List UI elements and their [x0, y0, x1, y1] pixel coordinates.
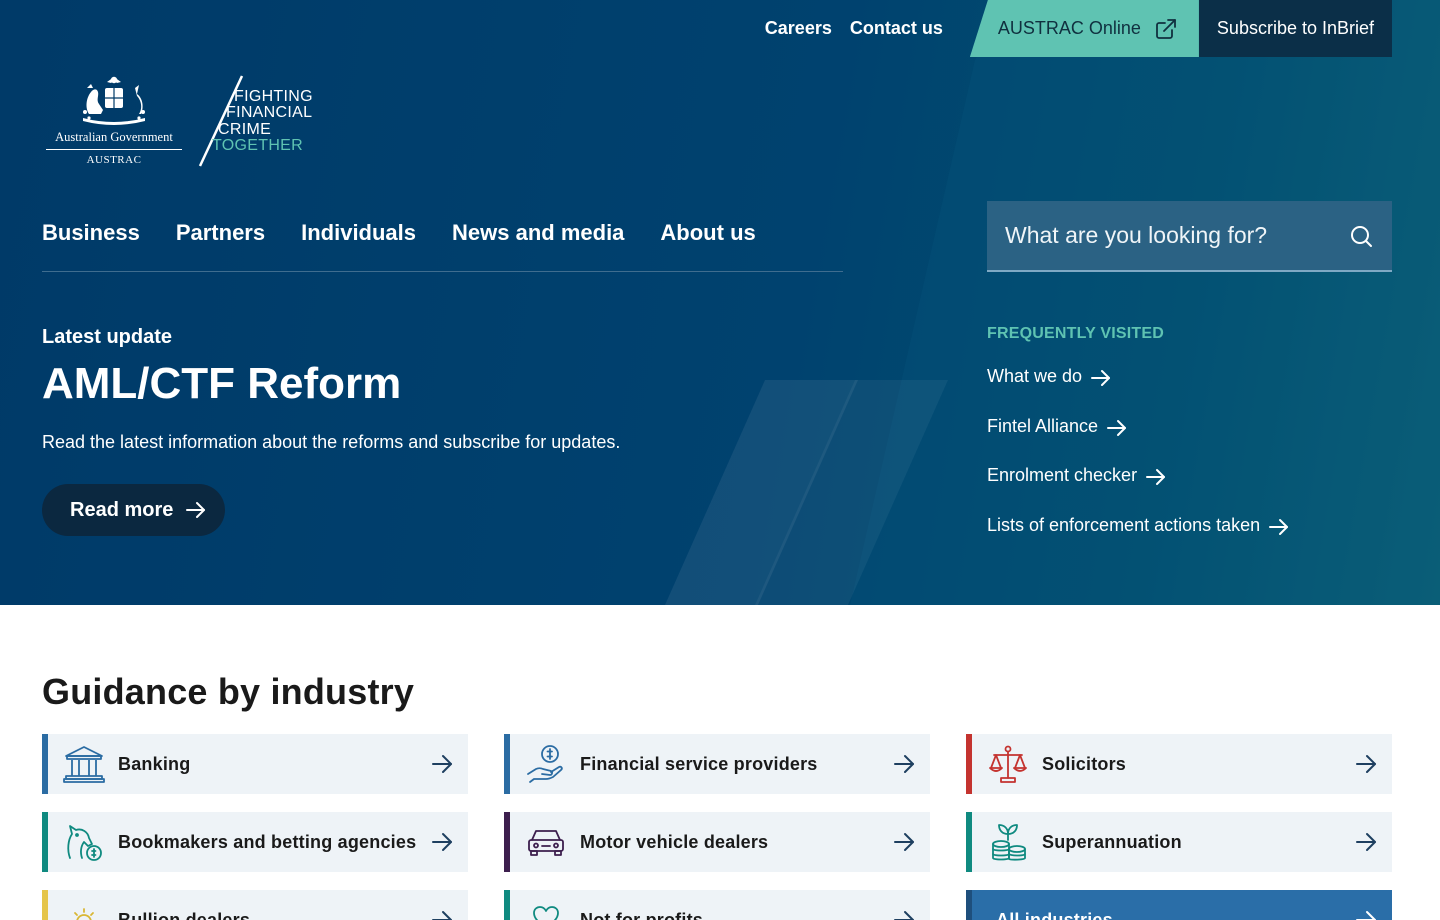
search-input[interactable] [1005, 222, 1348, 249]
utility-bar: Careers Contact us AUSTRAC Online Subscr… [756, 0, 1392, 57]
arrow-right-icon [1146, 469, 1166, 485]
industry-label: Financial service providers [580, 753, 818, 774]
logo-divider [46, 149, 182, 150]
arrow-right-icon [432, 833, 452, 851]
tagline-line-2: FINANCIAL [226, 104, 313, 121]
industry-cards: Banking Financial service providers Soli… [42, 734, 1392, 920]
car-icon [528, 830, 564, 856]
hand-coin-icon [527, 745, 563, 783]
industry-card-financial-service-providers[interactable]: Financial service providers [504, 734, 930, 794]
careers-link[interactable]: Careers [756, 0, 841, 57]
industry-label: Bullion dealers [118, 909, 251, 920]
fv-link-enforcement-actions[interactable]: Lists of enforcement actions taken [987, 515, 1290, 565]
industry-label: Not for profits [580, 909, 703, 920]
horse-coin-icon [67, 825, 102, 861]
plant-coins-icon [992, 824, 1026, 861]
external-link-icon [1156, 18, 1176, 39]
hero-title: AML/CTF Reform [42, 359, 402, 408]
industry-label: All industries [996, 909, 1113, 920]
hero-description: Read the latest information about the re… [42, 432, 621, 452]
hero-banner: Careers Contact us AUSTRAC Online Subscr… [0, 0, 1440, 605]
fv-link-label: What we do [987, 366, 1083, 386]
industry-label: Motor vehicle dealers [580, 831, 769, 852]
arrow-right-icon [894, 911, 914, 920]
australian-government-logo[interactable]: Australian Government AUSTRAC [44, 74, 184, 166]
arrow-right-icon [1091, 370, 1111, 386]
sun-icon [74, 908, 94, 920]
arrow-right-icon [1356, 911, 1376, 920]
tagline-line-4: TOGETHER [212, 137, 304, 154]
read-more-label: Read more [70, 498, 174, 521]
nav-about-us[interactable]: About us [660, 220, 755, 271]
fv-link-label: Lists of enforcement actions taken [987, 514, 1261, 535]
government-name: Australian Government [55, 130, 173, 144]
fv-link-label: Enrolment checker [987, 465, 1138, 485]
arrow-right-icon [1356, 833, 1376, 851]
arrow-right-icon [1269, 518, 1289, 535]
fv-link-fintel-alliance[interactable]: Fintel Alliance [987, 416, 1290, 466]
fv-link-what-we-do[interactable]: What we do [987, 366, 1290, 416]
austrac-online-link[interactable]: AUSTRAC Online [969, 0, 1199, 57]
industry-label: Banking [118, 753, 191, 774]
coat-of-arms-icon [83, 76, 145, 125]
industry-card-superannuation[interactable]: Superannuation [966, 812, 1392, 872]
frequently-visited-list: What we do Fintel Alliance Enrolment che… [987, 366, 1290, 564]
fv-link-label: Fintel Alliance [987, 415, 1099, 436]
arrow-right-icon [432, 911, 452, 920]
fighting-financial-crime-together-logo: FIGHTING FINANCIAL CRIME TOGETHER [196, 74, 326, 168]
industry-card-not-for-profits[interactable]: Not for profits [504, 890, 930, 920]
arrow-right-icon [1356, 755, 1376, 773]
industry-card-bookmakers[interactable]: Bookmakers and betting agencies [42, 812, 468, 872]
read-more-button[interactable]: Read more [42, 484, 226, 536]
scales-icon [989, 745, 1027, 783]
nav-individuals[interactable]: Individuals [301, 220, 416, 271]
search-icon[interactable] [1348, 223, 1374, 249]
heart-icon [533, 906, 559, 920]
nav-partners[interactable]: Partners [176, 220, 265, 271]
industry-card-bullion-dealers[interactable]: Bullion dealers [42, 890, 468, 920]
arrow-right-icon [432, 755, 452, 773]
frequently-visited-heading: FREQUENTLY VISITED [987, 325, 1164, 342]
arrow-right-icon [186, 502, 206, 518]
guidance-heading: Guidance by industry [42, 671, 415, 712]
arrow-right-icon [894, 755, 914, 773]
nav-news-and-media[interactable]: News and media [452, 220, 624, 271]
arrow-right-icon [894, 833, 914, 851]
main-navigation: Business Partners Individuals News and m… [42, 220, 843, 272]
industry-card-motor-vehicle-dealers[interactable]: Motor vehicle dealers [504, 812, 930, 872]
industry-card-all-industries[interactable]: All industries [966, 890, 1392, 920]
hero-eyebrow: Latest update [42, 326, 173, 348]
austrac-online-label: AUSTRAC Online [997, 18, 1141, 38]
nav-business[interactable]: Business [42, 220, 140, 271]
industry-label: Superannuation [1042, 831, 1182, 852]
arrow-right-icon [1107, 419, 1127, 436]
industry-card-solicitors[interactable]: Solicitors [966, 734, 1392, 794]
industry-label: Bookmakers and betting agencies [118, 831, 417, 852]
industry-card-banking[interactable]: Banking [42, 734, 468, 794]
subscribe-inbrief-button[interactable]: Subscribe to InBrief [1198, 0, 1392, 57]
fv-link-enrolment-checker[interactable]: Enrolment checker [987, 465, 1290, 515]
agency-name: AUSTRAC [86, 154, 142, 166]
search-box [987, 201, 1392, 272]
industry-label: Solicitors [1042, 753, 1127, 774]
bank-icon [63, 746, 105, 783]
contact-us-link[interactable]: Contact us [841, 0, 952, 57]
